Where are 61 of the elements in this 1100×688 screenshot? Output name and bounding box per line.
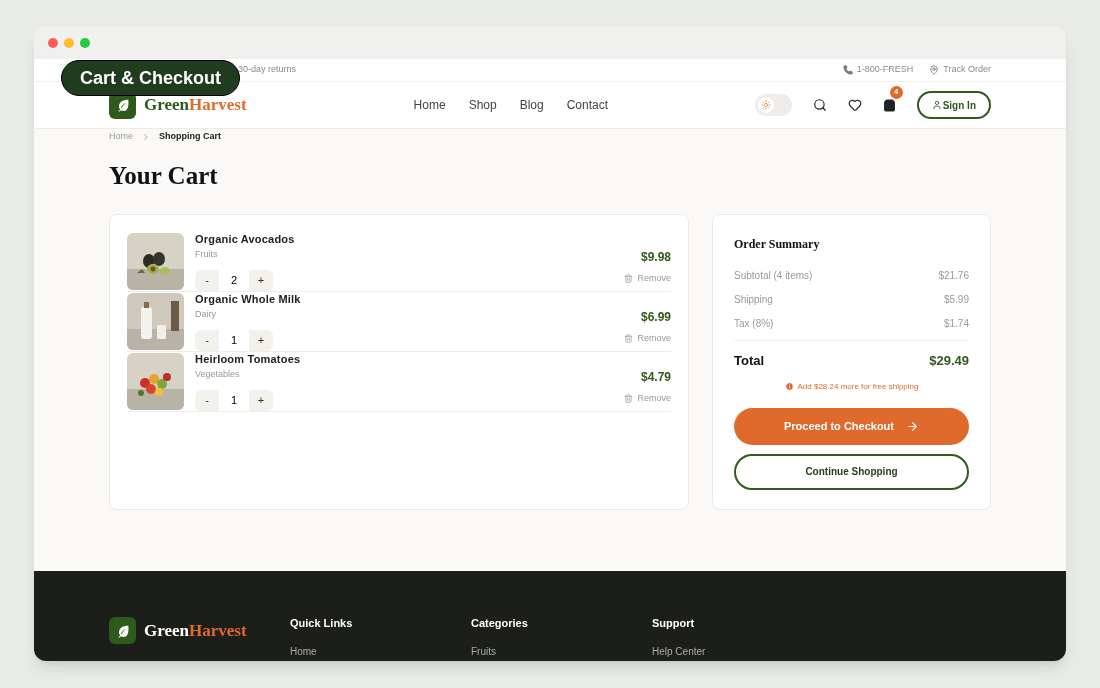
product-category: Fruits xyxy=(195,248,219,261)
free-shipping-notice: Add $28.24 more for free shipping xyxy=(797,380,919,393)
arrow-right-icon xyxy=(906,419,919,433)
trash-icon xyxy=(624,274,634,284)
footer-link[interactable]: Home xyxy=(290,644,471,659)
item-price: $4.79 xyxy=(640,369,671,386)
theme-toggle[interactable] xyxy=(754,94,792,116)
increase-button[interactable]: + xyxy=(249,329,273,351)
quantity-value[interactable]: 1 xyxy=(219,389,249,411)
summary-value: $1.74 xyxy=(943,316,969,331)
user-icon xyxy=(931,100,942,110)
summary-label: Subtotal (4 items) xyxy=(734,268,813,283)
brand-name[interactable]: GreenHarvest xyxy=(144,617,247,644)
product-name[interactable]: Organic Avocados xyxy=(195,233,295,246)
product-name[interactable]: Heirloom Tomatoes xyxy=(195,353,301,366)
bag-icon[interactable] xyxy=(882,98,896,112)
summary-value: $21.76 xyxy=(938,268,969,283)
summary-label: Tax (8%) xyxy=(734,316,774,331)
total-label: Total xyxy=(734,352,765,370)
returns-text: 30-day returns xyxy=(238,63,297,77)
footer-link[interactable]: Fruits xyxy=(471,644,652,659)
search-icon[interactable] xyxy=(812,98,827,112)
item-price: $9.98 xyxy=(640,249,671,266)
product-category: Vegetables xyxy=(195,368,241,381)
item-price: $6.99 xyxy=(640,309,671,326)
product-category: Dairy xyxy=(195,308,217,321)
phone-number[interactable]: 1-800-FRESH xyxy=(856,63,914,77)
trash-icon xyxy=(624,394,634,404)
track-order-link[interactable]: Track Order xyxy=(943,63,991,77)
increase-button[interactable]: + xyxy=(249,389,273,411)
decrease-button[interactable]: - xyxy=(195,389,219,411)
sun-icon xyxy=(760,100,771,110)
footer-heading: Quick Links xyxy=(290,617,354,630)
breadcrumb-current: Shopping Cart xyxy=(159,130,221,144)
quantity-value[interactable]: 2 xyxy=(219,269,249,291)
nav-link[interactable]: Shop xyxy=(468,96,497,114)
brand-name[interactable]: GreenHarvest xyxy=(144,92,247,118)
continue-shopping-button[interactable]: Continue Shopping xyxy=(734,453,969,490)
summary-title: Order Summary xyxy=(734,236,821,253)
increase-button[interactable]: + xyxy=(249,269,273,291)
nav-link[interactable]: Contact xyxy=(566,96,609,114)
decrease-button[interactable]: - xyxy=(195,329,219,351)
phone-icon xyxy=(842,65,853,75)
info-icon xyxy=(784,382,794,391)
footer-heading: Support xyxy=(652,617,696,630)
quantity-value[interactable]: 1 xyxy=(219,329,249,351)
footer-heading: Categories xyxy=(471,617,529,630)
heart-icon[interactable] xyxy=(847,98,862,112)
product-name[interactable]: Organic Whole Milk xyxy=(195,293,301,306)
nav-link[interactable]: Home xyxy=(413,96,446,114)
total-value: $29.49 xyxy=(929,352,969,370)
footer-link[interactable]: Help Center xyxy=(652,644,833,659)
trash-icon xyxy=(624,334,634,344)
page-title: Your Cart xyxy=(109,161,219,191)
nav-link[interactable]: Blog xyxy=(519,96,544,114)
summary-value: $5.99 xyxy=(943,292,969,307)
sign-in-button[interactable]: Sign In xyxy=(916,91,991,119)
decrease-button[interactable]: - xyxy=(195,269,219,291)
chevron-icon xyxy=(141,132,151,142)
summary-label: Shipping xyxy=(734,292,773,307)
pin-icon xyxy=(929,65,940,75)
